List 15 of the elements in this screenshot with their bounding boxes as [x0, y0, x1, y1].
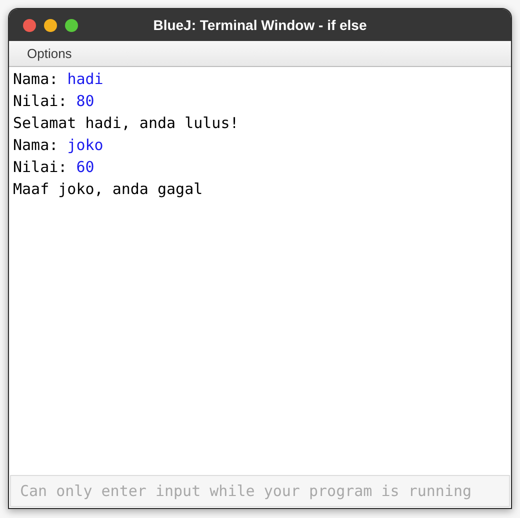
output-text: Selamat hadi, anda lulus! [13, 113, 239, 134]
output-text: Nilai: [13, 91, 68, 112]
input-text: joko [67, 135, 104, 156]
input-text: 60 [76, 157, 94, 178]
output-text: Nilai: [13, 157, 68, 178]
maximize-button[interactable] [65, 19, 78, 32]
close-button[interactable] [23, 19, 36, 32]
output-text: Nama: [13, 135, 60, 156]
output-text: Nama: [13, 69, 60, 90]
menu-item[interactable]: Options [27, 44, 72, 64]
minimize-button[interactable] [44, 19, 57, 32]
output-text: Maaf joko, anda gagal [13, 179, 203, 200]
window-title: BlueJ: Terminal Window - if else [153, 16, 367, 34]
input-text: hadi [67, 69, 104, 90]
input-text: 80 [76, 91, 94, 112]
